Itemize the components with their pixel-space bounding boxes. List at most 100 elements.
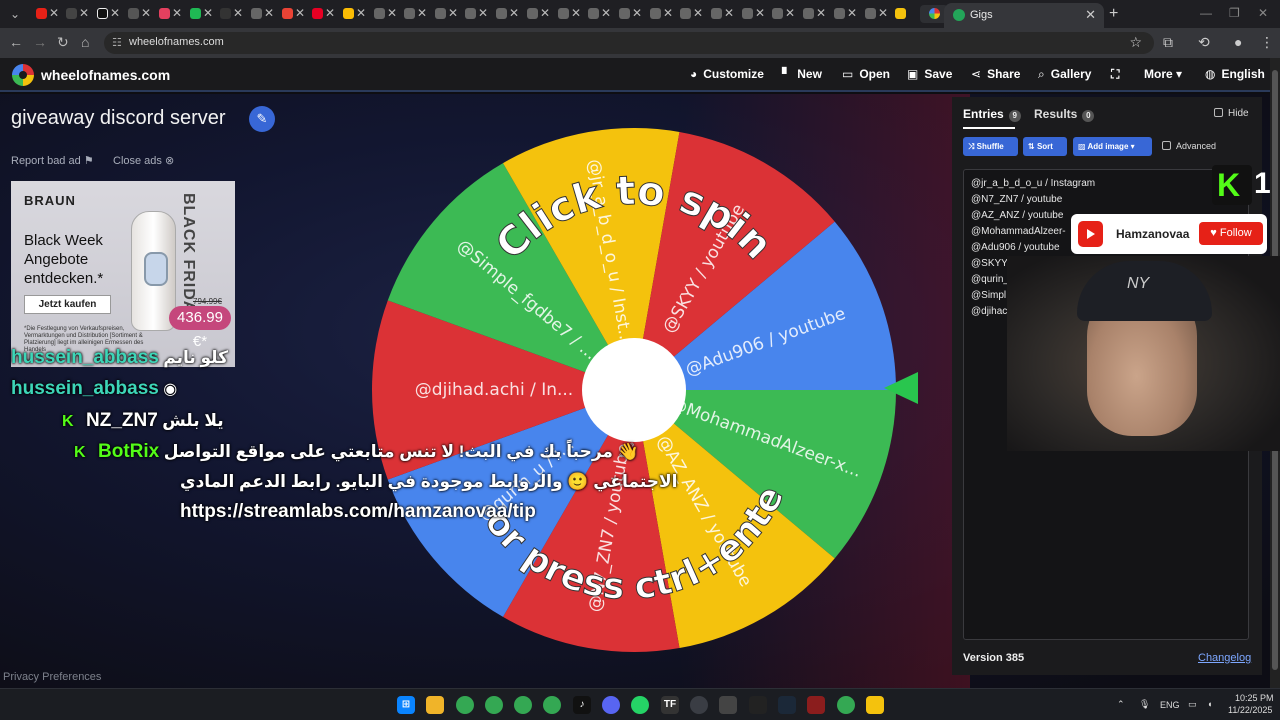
game-icon[interactable] bbox=[807, 696, 825, 714]
url-text[interactable]: wheelofnames.com bbox=[129, 36, 224, 48]
app-icon[interactable] bbox=[866, 696, 884, 714]
maximize-icon[interactable]: ❐ bbox=[1229, 6, 1240, 20]
tab-entries[interactable]: Entries 9 bbox=[963, 107, 1021, 122]
fullscreen-button[interactable]: ⛶ bbox=[1111, 67, 1119, 82]
history-icon[interactable]: ⟲ bbox=[1198, 34, 1210, 51]
add-image-button[interactable]: ▨ Add image ▾ bbox=[1073, 137, 1152, 156]
language-button[interactable]: ◍ English bbox=[1205, 67, 1265, 81]
chrome-icon[interactable] bbox=[837, 696, 855, 714]
tab-results[interactable]: Results 0 bbox=[1034, 107, 1095, 122]
bookmark-star-icon[interactable]: ☆ bbox=[1129, 34, 1142, 51]
tab[interactable]: ✕ bbox=[370, 5, 398, 23]
tab[interactable]: ✕ bbox=[768, 5, 796, 23]
close-ads-link[interactable]: Close ads ⊗ bbox=[113, 154, 174, 167]
privacy-preferences-link[interactable]: Privacy Preferences bbox=[3, 671, 101, 683]
active-tab[interactable]: Gigs ✕ bbox=[944, 3, 1104, 28]
browser-menu-icon[interactable]: ⋮ bbox=[1260, 34, 1274, 51]
shuffle-button[interactable]: ⤨ Shuffle bbox=[963, 137, 1018, 156]
back-icon[interactable]: ← bbox=[9, 34, 23, 50]
obs-icon[interactable] bbox=[690, 696, 708, 714]
tab[interactable]: ✕ bbox=[861, 5, 889, 23]
tab-search-button[interactable]: ⌄ bbox=[2, 5, 30, 23]
language-indicator[interactable]: ENG bbox=[1160, 700, 1180, 710]
edit-title-button[interactable]: ✎ bbox=[249, 106, 275, 132]
new-tab-icon[interactable]: + bbox=[1109, 5, 1118, 23]
volume-icon[interactable]: ◖ bbox=[1207, 699, 1212, 709]
tab[interactable]: ✕ bbox=[62, 5, 90, 23]
advertisement[interactable]: BRAUN Black Week Angebote entdecken.* Je… bbox=[11, 181, 235, 367]
tab[interactable]: ✕ bbox=[584, 5, 612, 23]
save-button[interactable]: ▣ Save bbox=[907, 67, 952, 81]
open-button[interactable]: ▭ Open bbox=[842, 67, 890, 81]
extensions-icon[interactable]: ⧉ bbox=[1163, 34, 1173, 51]
file-explorer-icon[interactable] bbox=[426, 696, 444, 714]
tab[interactable]: ✕ bbox=[278, 5, 306, 23]
tab[interactable]: ✕ bbox=[308, 5, 336, 23]
wheel-center[interactable] bbox=[582, 338, 686, 442]
tab[interactable]: ✕ bbox=[186, 5, 214, 23]
tab[interactable]: ✕ bbox=[523, 5, 551, 23]
report-bad-ad-link[interactable]: Report bad ad ⚑ bbox=[11, 154, 94, 167]
epic-games-icon[interactable] bbox=[749, 696, 767, 714]
streamlabs-icon[interactable] bbox=[719, 696, 737, 714]
forward-icon[interactable]: → bbox=[33, 34, 47, 50]
tab[interactable]: ✕ bbox=[738, 5, 766, 23]
chrome-icon[interactable] bbox=[543, 696, 561, 714]
tab[interactable]: ✕ bbox=[707, 5, 735, 23]
steam-icon[interactable] bbox=[778, 696, 796, 714]
tab[interactable]: ✕ bbox=[32, 5, 60, 23]
home-icon[interactable]: ⌂ bbox=[81, 34, 89, 50]
tiktok-icon[interactable]: ♪ bbox=[573, 696, 591, 714]
close-tab-icon[interactable]: ✕ bbox=[1085, 7, 1096, 23]
tab[interactable]: ✕ bbox=[339, 5, 367, 23]
window-close-icon[interactable]: ✕ bbox=[1258, 6, 1268, 20]
share-button[interactable]: ⋖ Share bbox=[971, 67, 1020, 81]
wheel-svg[interactable]: @Adu906 / youtube@MohammadAlzeer-x...@AZ… bbox=[363, 96, 896, 653]
gallery-button[interactable]: ⌕ Gallery bbox=[1038, 67, 1091, 82]
tab[interactable]: ✕ bbox=[799, 5, 827, 23]
site-info-icon[interactable]: ☷ bbox=[112, 36, 122, 49]
tab[interactable]: ✕ bbox=[247, 5, 275, 23]
chrome-icon[interactable] bbox=[514, 696, 532, 714]
tab[interactable]: ✕ bbox=[400, 5, 428, 23]
tab[interactable]: ✕ bbox=[93, 5, 121, 23]
discord-icon[interactable] bbox=[602, 696, 620, 714]
wheel-logo-icon[interactable] bbox=[12, 64, 34, 86]
chrome-icon[interactable] bbox=[456, 696, 474, 714]
tab[interactable]: ✕ bbox=[216, 5, 244, 23]
tab[interactable]: ✕ bbox=[492, 5, 520, 23]
advanced-checkbox[interactable]: Advanced bbox=[1162, 141, 1216, 151]
wheel[interactable]: @Adu906 / youtube @MohammadAlzeer-x... @AZ… bbox=[363, 96, 896, 653]
tray-chevron-icon[interactable]: ⌃ bbox=[1117, 699, 1125, 710]
tab[interactable]: ✕ bbox=[676, 5, 704, 23]
chrome-icon[interactable] bbox=[485, 696, 503, 714]
tab[interactable]: ✕ bbox=[615, 5, 643, 23]
start-windows-icon[interactable]: ⊞ bbox=[397, 696, 415, 714]
tab[interactable]: ✕ bbox=[155, 5, 183, 23]
tab[interactable]: ✕ bbox=[431, 5, 459, 23]
whatsapp-icon[interactable] bbox=[631, 696, 649, 714]
customize-button[interactable]: ◕ Customize bbox=[690, 67, 764, 81]
tab[interactable] bbox=[891, 5, 919, 23]
more-button[interactable]: More ▾ bbox=[1144, 67, 1182, 81]
address-bar[interactable]: ☷ wheelofnames.com ☆ bbox=[104, 32, 1154, 54]
tab[interactable]: ✕ bbox=[646, 5, 674, 23]
sort-button[interactable]: ⇅ Sort bbox=[1023, 137, 1067, 156]
tab[interactable]: ✕ bbox=[554, 5, 582, 23]
site-name[interactable]: wheelofnames.com bbox=[41, 67, 170, 83]
new-button[interactable]: ▘ New bbox=[782, 67, 822, 81]
microphone-icon[interactable]: 🎙 bbox=[1139, 699, 1150, 710]
tf-app-icon[interactable]: TF bbox=[661, 696, 679, 714]
hide-checkbox[interactable]: Hide bbox=[1214, 108, 1249, 119]
tab[interactable]: ✕ bbox=[461, 5, 489, 23]
reload-icon[interactable]: ↻ bbox=[57, 34, 69, 51]
tab[interactable]: ✕ bbox=[124, 5, 152, 23]
profile-avatar-icon[interactable]: ● bbox=[1234, 34, 1242, 50]
clock-time[interactable]: 10:25 PM bbox=[1235, 693, 1274, 703]
wheel-title[interactable]: giveaway discord server bbox=[11, 107, 226, 130]
minimize-icon[interactable]: — bbox=[1200, 6, 1212, 20]
clock-date[interactable]: 11/22/2025 bbox=[1228, 705, 1272, 715]
network-icon[interactable]: ▭ bbox=[1188, 699, 1197, 710]
changelog-link[interactable]: Changelog bbox=[1198, 652, 1251, 664]
ad-cta-button[interactable]: Jetzt kaufen bbox=[24, 295, 111, 314]
